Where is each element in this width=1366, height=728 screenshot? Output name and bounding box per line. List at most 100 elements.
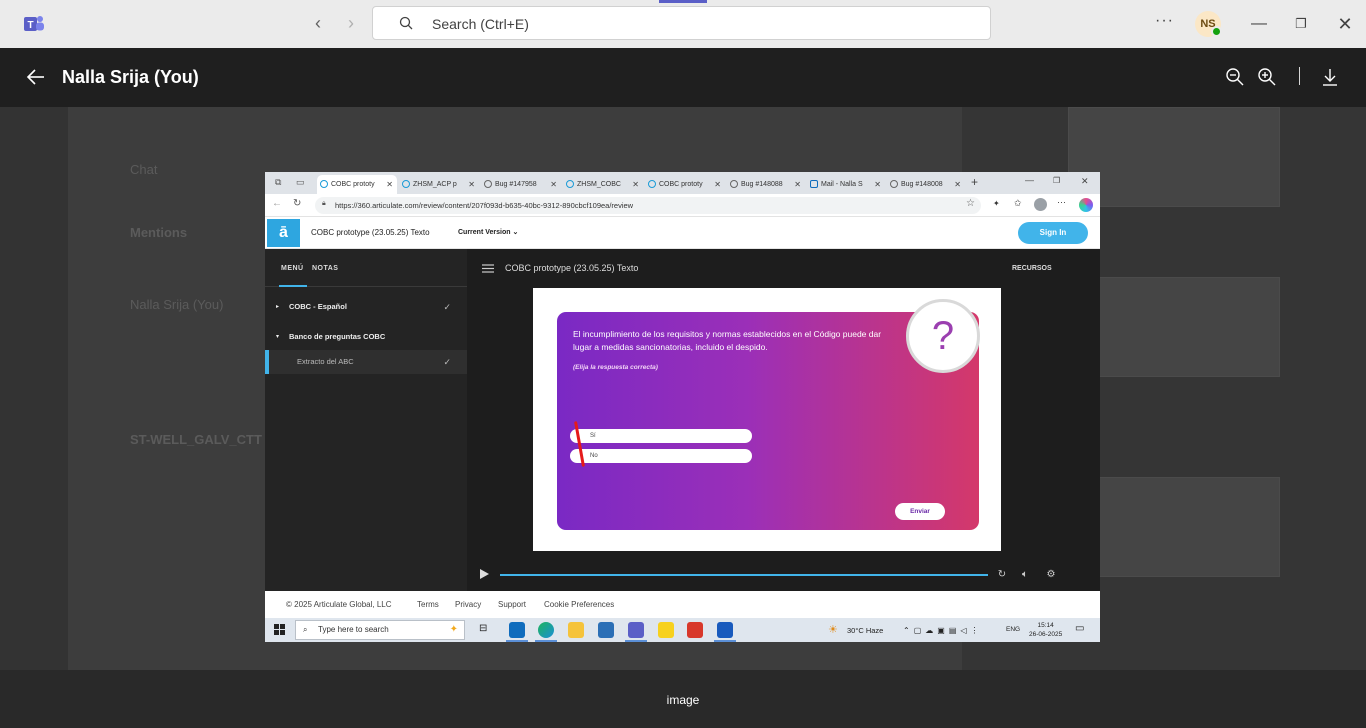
file-explorer-icon[interactable] (568, 622, 584, 638)
articulate-logo[interactable]: ā (267, 219, 300, 247)
browser-tab[interactable]: ZHSM_ACP p ✕ (399, 175, 479, 194)
browser-back-icon[interactable]: ← (272, 198, 282, 209)
seek-bar[interactable] (500, 574, 988, 576)
running-indicator (625, 640, 647, 642)
minimize-button[interactable]: — (1247, 12, 1271, 36)
close-tab-icon[interactable]: ✕ (632, 175, 639, 194)
footer-link-terms[interactable]: Terms (417, 600, 439, 609)
snipping-tool-icon[interactable] (687, 622, 703, 638)
copilot-icon[interactable] (1079, 198, 1093, 212)
course-title: COBC prototype (23.05.25) Texto (311, 228, 430, 237)
close-button[interactable]: ✕ (1333, 12, 1357, 36)
close-tab-icon[interactable]: ✕ (954, 175, 961, 194)
favorite-star-icon[interactable]: ☆ (966, 198, 975, 209)
tab-actions-icon[interactable]: ▭ (296, 177, 305, 188)
url-field[interactable]: 🔒︎ https://360.articulate.com/review/con… (315, 197, 981, 214)
download-icon[interactable] (1319, 66, 1341, 88)
profile-icon[interactable] (1034, 198, 1047, 211)
tab-favicon-icon (566, 180, 574, 188)
search-input[interactable]: Search (Ctrl+E) (372, 6, 991, 40)
favorites-icon[interactable]: ✩ (1014, 198, 1022, 209)
close-tab-icon[interactable]: ✕ (794, 175, 801, 194)
outlook-app-icon[interactable] (509, 622, 525, 638)
close-tab-icon[interactable]: ✕ (874, 175, 881, 194)
teams-logo-icon[interactable]: T (22, 12, 46, 36)
notifications-icon[interactable]: ▭ (1075, 623, 1084, 634)
word-app-icon[interactable] (717, 622, 733, 638)
store-app-icon[interactable] (598, 622, 614, 638)
checkmark-icon: ✓ (443, 302, 451, 312)
extensions-icon[interactable]: ✦ (993, 199, 1000, 208)
browser-menu-icon[interactable]: ··· (1057, 197, 1066, 207)
resources-button[interactable]: RECURSOS (1012, 265, 1052, 272)
menu-item-selected[interactable]: Extracto del ABC ✓ (265, 350, 467, 374)
settings-gear-icon[interactable]: ⚙ (1044, 568, 1058, 582)
close-tab-icon[interactable]: ✕ (714, 175, 721, 194)
windows-start-icon[interactable] (274, 624, 285, 635)
mail-icon (810, 180, 818, 188)
back-nav-icon[interactable]: ‹ (306, 12, 330, 36)
url-text: https://360.articulate.com/review/conten… (335, 201, 634, 210)
image-caption: image (666, 693, 700, 707)
answer-option-no[interactable]: No (570, 449, 752, 463)
menu-item[interactable]: ▾ Banco de preguntas COBC (265, 325, 467, 349)
browser-tab[interactable]: COBC prototy ✕ (645, 175, 725, 194)
footer-link-support[interactable]: Support (498, 600, 526, 609)
browser-minimize-icon[interactable]: — (1025, 175, 1034, 185)
replay-icon[interactable]: ↻ (995, 568, 1009, 582)
version-dropdown[interactable]: Current Version ⌄ (458, 228, 518, 236)
tab-menu[interactable]: MENÚ (281, 265, 304, 272)
windows-taskbar: ⌕ Type here to search ✦ ⊟ ☀ 30°C Haze ⌃▢… (265, 618, 1100, 642)
language-indicator[interactable]: ENG (1006, 626, 1020, 633)
zoom-in-icon[interactable] (1256, 66, 1278, 88)
browser-tab[interactable]: COBC prototy ✕ (317, 175, 397, 194)
close-tab-icon[interactable]: ✕ (550, 175, 557, 194)
browser-tab[interactable]: Bug #148088 ✕ (727, 175, 805, 194)
taskbar-clock[interactable]: 15:14 26-06-2025 (1029, 621, 1062, 639)
browser-tab[interactable]: Bug #147958 ✕ (481, 175, 561, 194)
teams-app-icon[interactable] (628, 622, 644, 638)
weather-text[interactable]: 30°C Haze (847, 626, 883, 635)
copyright-text: © 2025 Articulate Global, LLC (286, 600, 392, 609)
back-arrow-icon[interactable] (24, 65, 48, 89)
taskbar-search-input[interactable]: ⌕ Type here to search ✦ (295, 620, 465, 640)
system-tray-icons[interactable]: ⌃▢☁▣▤◁⋮ (903, 626, 983, 635)
hamburger-icon[interactable] (482, 264, 494, 273)
browser-tab[interactable]: ZHSM_COBC ✕ (563, 175, 643, 194)
background-item: Nalla Srija (You) (130, 297, 224, 312)
restore-button[interactable]: ❐ (1289, 12, 1313, 36)
sticky-notes-icon[interactable] (658, 622, 674, 638)
browser-close-icon[interactable]: ✕ (1081, 176, 1089, 187)
new-tab-icon[interactable]: + (971, 175, 978, 189)
close-tab-icon[interactable]: ✕ (386, 175, 393, 194)
volume-icon[interactable]: 🔈︎ (1018, 568, 1032, 582)
sign-in-button[interactable]: Sign In (1018, 222, 1088, 244)
browser-tab[interactable]: Bug #148008 ✕ (887, 175, 965, 194)
lock-icon: 🔒︎ (322, 200, 326, 207)
running-indicator (506, 640, 528, 642)
answer-option-yes[interactable]: Sí (570, 429, 752, 443)
close-tab-icon[interactable]: ✕ (468, 175, 475, 194)
edge-app-icon[interactable] (538, 622, 554, 638)
footer-link-cookies[interactable]: Cookie Preferences (544, 600, 614, 609)
caret-right-icon: ▸ (276, 304, 280, 310)
tab-notes[interactable]: NOTAS (312, 265, 338, 272)
refresh-icon[interactable]: ↻ (293, 198, 301, 209)
menu-item[interactable]: ▸ COBC - Español ✓ (265, 295, 467, 319)
submit-button[interactable]: Enviar (895, 503, 945, 520)
zoom-out-icon[interactable] (1224, 66, 1246, 88)
browser-tab[interactable]: Mail - Nalla S ✕ (807, 175, 885, 194)
play-icon[interactable] (480, 569, 489, 579)
question-text: El incumplimiento de los requisitos y no… (573, 329, 882, 352)
forward-nav-icon[interactable]: › (339, 12, 363, 36)
workspaces-icon[interactable]: ⧉ (275, 177, 281, 188)
task-view-icon[interactable]: ⊟ (479, 623, 487, 634)
browser-restore-icon[interactable]: ❐ (1053, 176, 1060, 185)
more-options-button[interactable]: ··· (1155, 12, 1174, 30)
tab-favicon-icon (890, 180, 898, 188)
active-indicator (659, 0, 707, 3)
background-item: ST-WELL_GALV_CTT (130, 432, 262, 447)
footer-link-privacy[interactable]: Privacy (455, 600, 481, 609)
address-bar: ← ↻ 🔒︎ https://360.articulate.com/review… (265, 194, 1100, 217)
caret-down-icon: ▾ (276, 334, 280, 340)
